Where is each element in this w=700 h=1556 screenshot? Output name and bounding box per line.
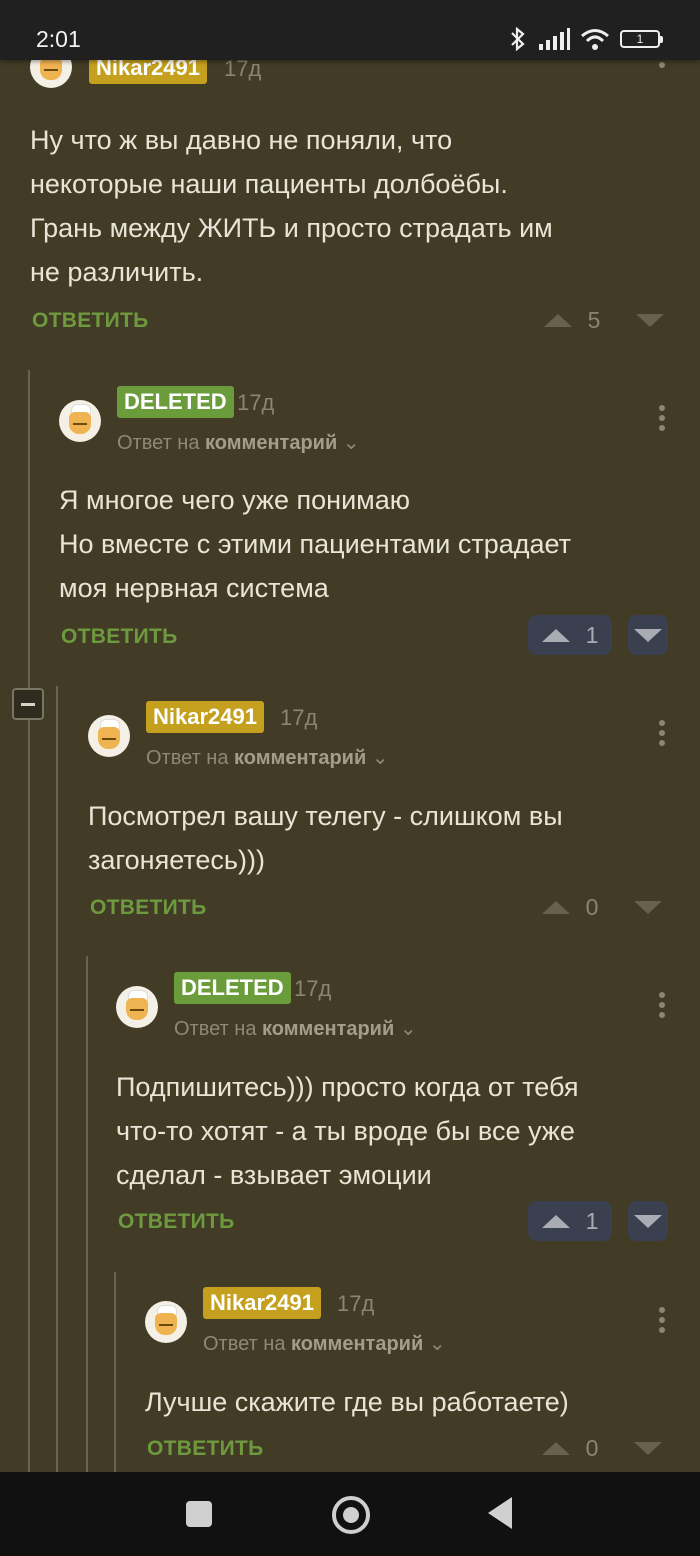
bluetooth-icon (511, 27, 525, 51)
reply-to-link[interactable]: Ответ на комментарий ⌄ (146, 745, 389, 770)
arrow-down-icon (634, 628, 662, 642)
comment-text: Подпишитесь))) просто когда от тебя что-… (116, 1072, 579, 1190)
rating-count: 5 (587, 306, 601, 333)
collapse-thread-button[interactable] (12, 688, 44, 720)
arrow-up-icon (541, 628, 570, 642)
reply-to-link[interactable]: Ответ на комментарий ⌄ (203, 1331, 446, 1356)
comment-text: Посмотрел вашу телегу - слишком вы загон… (88, 801, 563, 875)
downvote-button[interactable] (628, 1201, 668, 1241)
arrow-up-icon (541, 900, 570, 914)
thread-line (56, 686, 58, 1472)
chevron-down-icon: ⌄ (342, 432, 360, 454)
author-badge[interactable]: DELETED (174, 972, 291, 1004)
reply-button[interactable]: ОТВЕТИТЬ (32, 309, 149, 333)
rating-count: 0 (585, 1434, 599, 1461)
vote-controls: 1 (528, 615, 668, 655)
rating-count: 1 (585, 621, 599, 648)
more-options-icon[interactable] (659, 62, 665, 72)
reply-to-link[interactable]: Ответ на комментарий ⌄ (174, 1016, 417, 1041)
more-options-icon[interactable] (659, 405, 665, 435)
reply-button[interactable]: ОТВЕТИТЬ (118, 1210, 235, 1234)
comment-text: Я многое чего уже понимаю Но вместе с эт… (59, 485, 571, 603)
recent-apps-button[interactable] (186, 1501, 212, 1527)
upvote-button[interactable]: 0 (528, 1428, 612, 1468)
comment-time: 17д (237, 390, 275, 415)
comment-text: Лучше скажите где вы работаете) (145, 1387, 569, 1417)
status-icons: 1 (508, 26, 663, 52)
clock: 2:01 (36, 26, 81, 52)
comment-time: 17д (280, 705, 318, 730)
arrow-up-icon (541, 1441, 570, 1455)
downvote-button[interactable] (628, 1428, 668, 1468)
arrow-down-icon (634, 900, 662, 914)
more-options-icon[interactable] (659, 1307, 665, 1337)
vote-controls: 0 (528, 1428, 668, 1468)
author-badge[interactable]: DELETED (117, 386, 234, 418)
rating-count: 1 (585, 1207, 599, 1234)
vote-controls: 1 (528, 1201, 668, 1241)
avatar[interactable] (116, 986, 158, 1028)
reply-to-link[interactable]: Ответ на комментарий ⌄ (117, 430, 360, 455)
downvote-button[interactable] (628, 615, 668, 655)
arrow-down-icon (636, 313, 664, 327)
wifi-icon (581, 29, 609, 50)
thread-line (86, 956, 88, 1472)
reply-button[interactable]: ОТВЕТИТЬ (147, 1437, 264, 1461)
arrow-down-icon (634, 1214, 662, 1228)
upvote-button[interactable]: 1 (528, 615, 612, 655)
home-button[interactable] (332, 1496, 370, 1534)
downvote-button[interactable] (628, 887, 668, 927)
avatar[interactable] (88, 715, 130, 757)
comments-feed: Nikar2491 17д Ну что ж вы давно не понял… (0, 0, 700, 1472)
more-options-icon[interactable] (659, 992, 665, 1022)
more-options-icon[interactable] (659, 720, 665, 750)
comment-time: 17д (337, 1291, 375, 1316)
reply-button[interactable]: ОТВЕТИТЬ (61, 625, 178, 649)
avatar[interactable] (145, 1301, 187, 1343)
back-button[interactable] (488, 1497, 512, 1529)
arrow-up-icon (543, 313, 572, 327)
upvote-button[interactable]: 5 (530, 300, 614, 340)
arrow-up-icon (541, 1214, 570, 1228)
author-badge[interactable]: Nikar2491 (146, 701, 264, 733)
upvote-button[interactable]: 0 (528, 887, 612, 927)
reply-button[interactable]: ОТВЕТИТЬ (90, 896, 207, 920)
signal-icon (539, 28, 570, 50)
vote-controls: 5 (530, 300, 670, 340)
status-bar: 2:01 1 (0, 0, 700, 60)
thread-line (114, 1272, 116, 1472)
comment-time: 17д (294, 976, 332, 1001)
upvote-button[interactable]: 1 (528, 1201, 612, 1241)
downvote-button[interactable] (630, 300, 670, 340)
chevron-down-icon: ⌄ (371, 747, 389, 769)
author-badge[interactable]: Nikar2491 (203, 1287, 321, 1319)
arrow-down-icon (634, 1441, 662, 1455)
avatar[interactable] (59, 400, 101, 442)
chevron-down-icon: ⌄ (428, 1333, 446, 1355)
chevron-down-icon: ⌄ (399, 1018, 417, 1040)
rating-count: 0 (585, 893, 599, 920)
comment-text: Ну что ж вы давно не поняли, что некотор… (30, 125, 553, 287)
thread-line (28, 370, 30, 1472)
vote-controls: 0 (528, 887, 668, 927)
battery-icon: 1 (620, 30, 663, 48)
